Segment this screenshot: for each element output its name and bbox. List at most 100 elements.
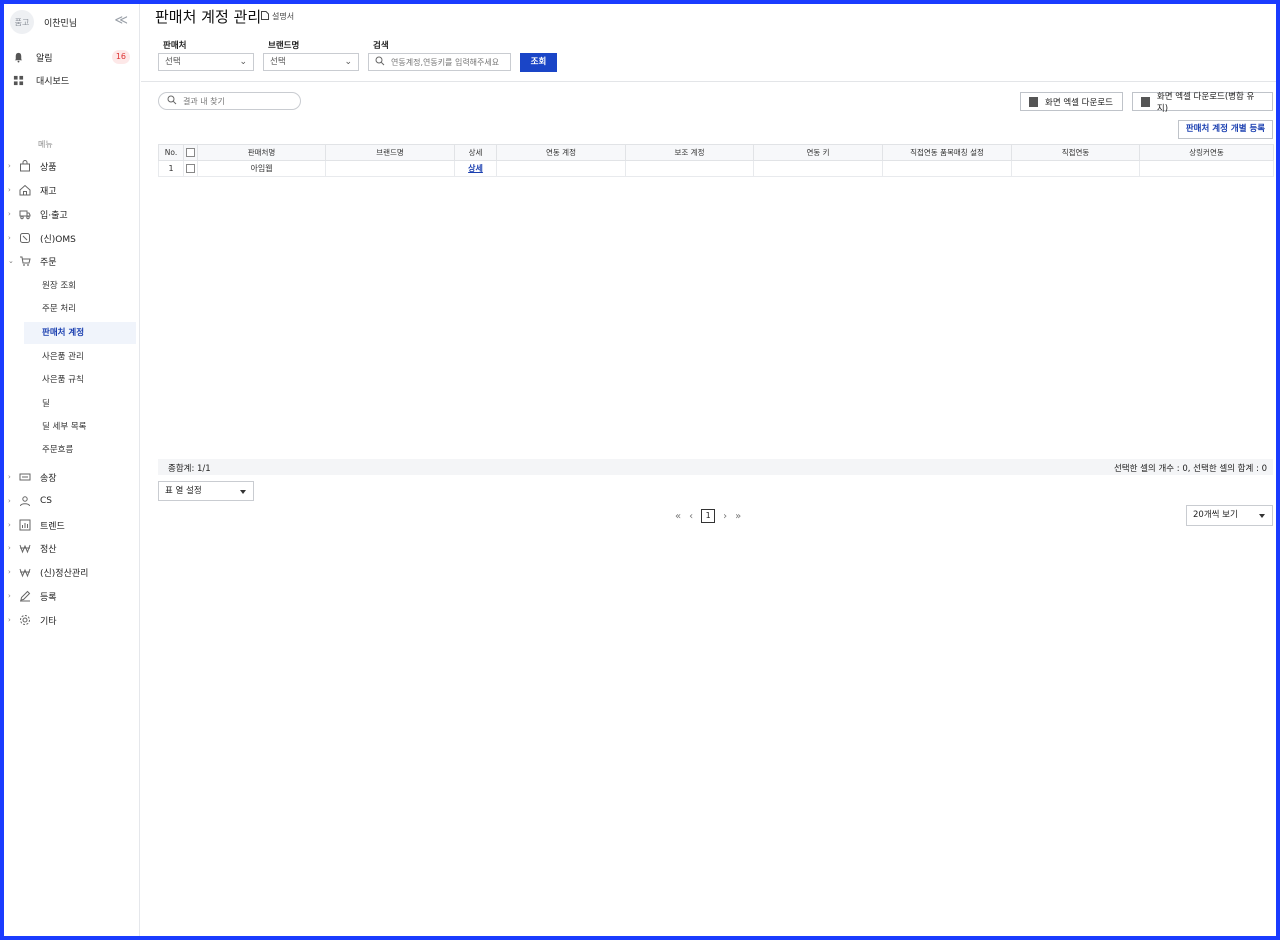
excel-download-button[interactable]: 화면 엑셀 다운로드 (1020, 92, 1123, 111)
nav-sub-order-flow[interactable]: 주문흐름 (24, 439, 136, 461)
chart-icon (18, 519, 32, 531)
nav-sub-ledger[interactable]: 원장 조회 (24, 275, 136, 297)
cell-detail[interactable]: 상세 (454, 160, 497, 177)
nav-sub-gift-rule[interactable]: 사은품 규칙 (24, 369, 136, 391)
search-button[interactable]: 조회 (520, 53, 557, 72)
page-size-select[interactable]: 20개씩 보기 (1186, 505, 1273, 526)
sidebar-item-dashboard[interactable]: 대시보드 (12, 70, 134, 90)
col-header-direct[interactable]: 직접연동 (1011, 144, 1140, 161)
chevron-right-icon: › (8, 544, 11, 552)
chevron-right-icon: › (8, 616, 11, 624)
nav-sub-gift-manage[interactable]: 사은품 관리 (24, 346, 136, 368)
won-icon (18, 542, 32, 554)
col-header-select-all[interactable] (183, 144, 198, 161)
nav-item-settlement[interactable]: › 정산 (8, 538, 136, 558)
nav-item-new-oms[interactable]: › (신)OMS (8, 228, 136, 248)
next-page-icon[interactable]: › (723, 511, 727, 522)
nav-item-label: 재고 (40, 186, 57, 197)
find-in-results-input[interactable] (183, 96, 293, 106)
sidebar-item-label: 알림 (36, 53, 53, 64)
cell-linker[interactable] (1139, 160, 1274, 177)
nav-item-label: 송장 (40, 473, 57, 484)
col-header-linker[interactable]: 상링커연동 (1139, 144, 1274, 161)
nav-item-cs[interactable]: › CS (8, 491, 136, 511)
page-size-label: 20개씩 보기 (1193, 510, 1238, 520)
search-field[interactable] (368, 53, 511, 71)
col-header-seller[interactable]: 판매처명 (197, 144, 326, 161)
find-in-results-field[interactable] (158, 92, 301, 110)
nav-sub-deal-detail[interactable]: 딜 세부 목록 (24, 416, 136, 438)
dashboard-icon (12, 74, 24, 86)
col-header-no[interactable]: No. (158, 144, 184, 161)
chevron-right-icon: › (8, 162, 11, 170)
nav-item-inventory[interactable]: › 재고 (8, 180, 136, 200)
pen-icon (18, 590, 32, 602)
manual-link[interactable]: 설명서 (261, 11, 294, 22)
select-all-checkbox[interactable] (186, 148, 195, 158)
search-icon (167, 95, 177, 108)
chevron-right-icon: › (8, 521, 11, 529)
nav-item-label: 상품 (40, 162, 57, 173)
cell-brand[interactable] (325, 160, 455, 177)
nav-item-label: 등록 (40, 592, 57, 603)
selection-summary: 선택한 셀의 개수 : 0, 선택한 셀의 합계 : 0 (1113, 464, 1267, 474)
nav-item-etc[interactable]: › 기타 (8, 610, 136, 630)
brand-select[interactable]: 선택 ⌄ (263, 53, 359, 71)
seller-select[interactable]: 선택 ⌄ (158, 53, 254, 71)
column-settings-select[interactable]: 표 열 설정 (158, 481, 254, 501)
detail-link[interactable]: 상세 (468, 164, 483, 173)
search-input[interactable] (391, 57, 506, 67)
collapse-sidebar-icon[interactable]: ≪ (114, 13, 128, 28)
summary-bar: 종합계: 1/1 선택한 셀의 개수 : 0, 선택한 셀의 합계 : 0 (158, 459, 1273, 475)
row-checkbox[interactable] (186, 164, 195, 173)
total-count: 종합계: 1/1 (168, 464, 211, 474)
chevron-down-icon: ⌄ (239, 57, 247, 67)
seller-select-value: 선택 (165, 57, 181, 67)
excel-download-merge-button[interactable]: 화면 엑셀 다운로드(병합 유지) (1132, 92, 1273, 114)
first-page-icon[interactable]: « (675, 511, 681, 522)
divider (141, 81, 1276, 82)
cell-direct[interactable] (1011, 160, 1140, 177)
chevron-right-icon: › (8, 234, 11, 242)
nav-sub-seller-account[interactable]: 판매처 계정 (24, 322, 136, 344)
nav-sub-deal[interactable]: 딜 (24, 393, 136, 415)
register-seller-account-button[interactable]: 판매처 계정 개별 등록 (1178, 120, 1273, 139)
sidebar-item-alerts[interactable]: 알림 16 (12, 47, 134, 67)
search-icon (375, 56, 385, 69)
cell-seller[interactable]: 아임웹 (197, 160, 326, 177)
col-header-key[interactable]: 연동 키 (753, 144, 883, 161)
chevron-right-icon: › (8, 210, 11, 218)
nav-sub-order-process[interactable]: 주문 처리 (24, 298, 136, 320)
chevron-right-icon: › (8, 592, 11, 600)
brand-filter-label: 브랜드명 (268, 41, 300, 51)
nav-item-product[interactable]: › 상품 (8, 156, 136, 176)
col-header-brand[interactable]: 브랜드명 (325, 144, 455, 161)
sidebar: 품고 이찬민님 ≪ 알림 16 대시보드 메뉴 › 상품 › 재고 › 입·출고… (4, 4, 140, 936)
cell-key[interactable] (753, 160, 883, 177)
nav-item-trend[interactable]: › 트렌드 (8, 515, 136, 535)
document-icon (261, 11, 269, 22)
prev-page-icon[interactable]: ‹ (689, 511, 693, 522)
nav-item-inout[interactable]: › 입·출고 (8, 204, 136, 224)
col-header-direct-setting[interactable]: 직접연동 품목매칭 설정 (882, 144, 1012, 161)
bag-icon (18, 160, 32, 172)
cell-select[interactable] (183, 160, 198, 177)
cell-account[interactable] (496, 160, 626, 177)
nav-item-label: 주문 (40, 257, 57, 268)
cell-sub-account[interactable] (625, 160, 754, 177)
sidebar-item-label: 대시보드 (36, 76, 70, 87)
username[interactable]: 이찬민님 (44, 16, 77, 29)
chevron-right-icon: › (8, 473, 11, 481)
nav-item-invoice[interactable]: › 송장 (8, 467, 136, 487)
nav-item-register[interactable]: › 등록 (8, 586, 136, 606)
avatar[interactable]: 품고 (10, 10, 34, 34)
cell-direct-setting[interactable] (882, 160, 1012, 177)
col-header-detail[interactable]: 상세 (454, 144, 497, 161)
col-header-account[interactable]: 연동 계정 (496, 144, 626, 161)
last-page-icon[interactable]: » (735, 511, 741, 522)
nav-item-new-settlement[interactable]: › (신)정산관리 (8, 562, 136, 582)
table-row[interactable]: 1 아임웹 상세 (158, 160, 1274, 177)
nav-item-order[interactable]: ⌄ 주문 (8, 251, 136, 271)
col-header-sub-account[interactable]: 보조 계정 (625, 144, 754, 161)
current-page[interactable]: 1 (701, 509, 716, 523)
